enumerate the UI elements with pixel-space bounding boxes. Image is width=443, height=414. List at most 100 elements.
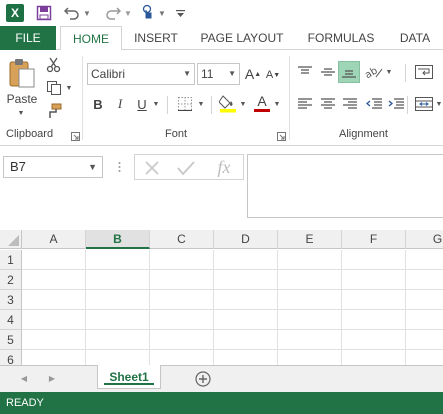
format-painter-icon[interactable] — [44, 102, 64, 120]
wrap-text-icon[interactable] — [413, 62, 435, 82]
cell-b6[interactable] — [86, 350, 150, 365]
align-right-icon[interactable] — [340, 94, 360, 114]
merge-dropdown-icon[interactable]: ▼ — [435, 98, 443, 110]
cell-d2[interactable] — [214, 270, 278, 290]
underline-dropdown-icon[interactable]: ▼ — [151, 98, 161, 110]
enter-icon[interactable] — [175, 158, 197, 178]
cell-a5[interactable] — [22, 330, 86, 350]
cell-b2[interactable] — [86, 270, 150, 290]
column-header-g[interactable]: G — [406, 230, 443, 249]
insert-function-button[interactable]: fx — [211, 156, 237, 178]
cell-d1[interactable] — [214, 250, 278, 270]
cell-c4[interactable] — [150, 310, 214, 330]
name-box[interactable]: B7 ▼ — [3, 156, 103, 178]
align-middle-icon[interactable] — [318, 62, 338, 82]
cell-g2[interactable] — [406, 270, 443, 290]
cell-g1[interactable] — [406, 250, 443, 270]
fill-color-dropdown-icon[interactable]: ▼ — [238, 98, 248, 110]
cell-e6[interactable] — [278, 350, 342, 365]
redo-icon[interactable] — [103, 3, 123, 23]
scroll-left-icon[interactable]: ◀ — [18, 372, 30, 384]
cell-d4[interactable] — [214, 310, 278, 330]
column-header-e[interactable]: E — [278, 230, 342, 249]
copy-icon[interactable] — [44, 79, 64, 97]
tab-data[interactable]: DATA — [392, 26, 438, 50]
cell-g6[interactable] — [406, 350, 443, 365]
align-left-icon[interactable] — [295, 94, 315, 114]
cell-f5[interactable] — [342, 330, 406, 350]
increase-indent-icon[interactable] — [386, 94, 406, 114]
worksheet-grid[interactable]: A B C D E F G 1 2 3 4 5 6 — [0, 230, 443, 365]
bold-button[interactable]: B — [89, 94, 107, 114]
clipboard-launcher-icon[interactable] — [71, 130, 80, 141]
cell-c6[interactable] — [150, 350, 214, 365]
align-bottom-icon[interactable] — [338, 61, 360, 83]
save-icon[interactable] — [34, 3, 54, 23]
paste-dropdown-icon[interactable]: ▼ — [14, 108, 28, 118]
cell-a1[interactable] — [22, 250, 86, 270]
row-header-1[interactable]: 1 — [0, 250, 22, 270]
cell-e2[interactable] — [278, 270, 342, 290]
column-header-f[interactable]: F — [342, 230, 406, 249]
cut-icon[interactable] — [44, 56, 64, 74]
orientation-icon[interactable]: ab — [364, 62, 384, 82]
cell-a2[interactable] — [22, 270, 86, 290]
column-header-b[interactable]: B — [86, 230, 150, 249]
cell-f2[interactable] — [342, 270, 406, 290]
cell-g4[interactable] — [406, 310, 443, 330]
tab-file[interactable]: FILE — [0, 26, 56, 50]
cell-b5[interactable] — [86, 330, 150, 350]
align-top-icon[interactable] — [295, 62, 315, 82]
cell-d3[interactable] — [214, 290, 278, 310]
cancel-icon[interactable] — [141, 158, 163, 178]
cell-f4[interactable] — [342, 310, 406, 330]
cell-a4[interactable] — [22, 310, 86, 330]
column-header-d[interactable]: D — [214, 230, 278, 249]
paste-icon[interactable] — [6, 56, 38, 90]
cell-f6[interactable] — [342, 350, 406, 365]
font-color-dropdown-icon[interactable]: ▼ — [272, 98, 282, 110]
tab-home[interactable]: HOME — [60, 26, 122, 51]
cell-g3[interactable] — [406, 290, 443, 310]
font-name-combo[interactable]: Calibri ▼ — [87, 63, 195, 85]
fill-color-icon[interactable] — [218, 92, 238, 114]
shrink-font-button[interactable]: A ▼ — [264, 65, 282, 85]
row-header-2[interactable]: 2 — [0, 270, 22, 290]
customize-qat-icon[interactable] — [174, 3, 186, 23]
undo-icon[interactable] — [62, 3, 82, 23]
merge-center-icon[interactable] — [413, 94, 435, 114]
sheet-tab-sheet1[interactable]: Sheet1 — [97, 365, 161, 389]
cell-e3[interactable] — [278, 290, 342, 310]
cell-f1[interactable] — [342, 250, 406, 270]
cell-g5[interactable] — [406, 330, 443, 350]
tab-insert[interactable]: INSERT — [130, 26, 182, 50]
align-center-icon[interactable] — [318, 94, 338, 114]
font-launcher-icon[interactable] — [277, 130, 286, 141]
touch-dropdown-icon[interactable]: ▼ — [157, 3, 167, 23]
underline-button[interactable]: U — [133, 94, 151, 114]
cell-c3[interactable] — [150, 290, 214, 310]
cell-e5[interactable] — [278, 330, 342, 350]
decrease-indent-icon[interactable] — [364, 94, 384, 114]
tab-formulas[interactable]: FORMULAS — [302, 26, 380, 50]
row-header-5[interactable]: 5 — [0, 330, 22, 350]
redo-dropdown-icon[interactable]: ▼ — [123, 3, 133, 23]
font-size-combo[interactable]: 11 ▼ — [197, 63, 240, 85]
cell-b3[interactable] — [86, 290, 150, 310]
touch-mode-icon[interactable] — [138, 3, 158, 23]
border-dropdown-icon[interactable]: ▼ — [196, 98, 206, 110]
cell-c5[interactable] — [150, 330, 214, 350]
row-header-4[interactable]: 4 — [0, 310, 22, 330]
cell-b1[interactable] — [86, 250, 150, 270]
cell-a6[interactable] — [22, 350, 86, 365]
cell-e1[interactable] — [278, 250, 342, 270]
border-icon[interactable] — [175, 94, 195, 114]
undo-dropdown-icon[interactable]: ▼ — [82, 3, 92, 23]
cell-f3[interactable] — [342, 290, 406, 310]
column-header-a[interactable]: A — [22, 230, 86, 249]
select-all-corner[interactable] — [0, 230, 22, 249]
cell-d6[interactable] — [214, 350, 278, 365]
copy-dropdown-icon[interactable]: ▼ — [64, 82, 74, 94]
cell-e4[interactable] — [278, 310, 342, 330]
cell-b4[interactable] — [86, 310, 150, 330]
